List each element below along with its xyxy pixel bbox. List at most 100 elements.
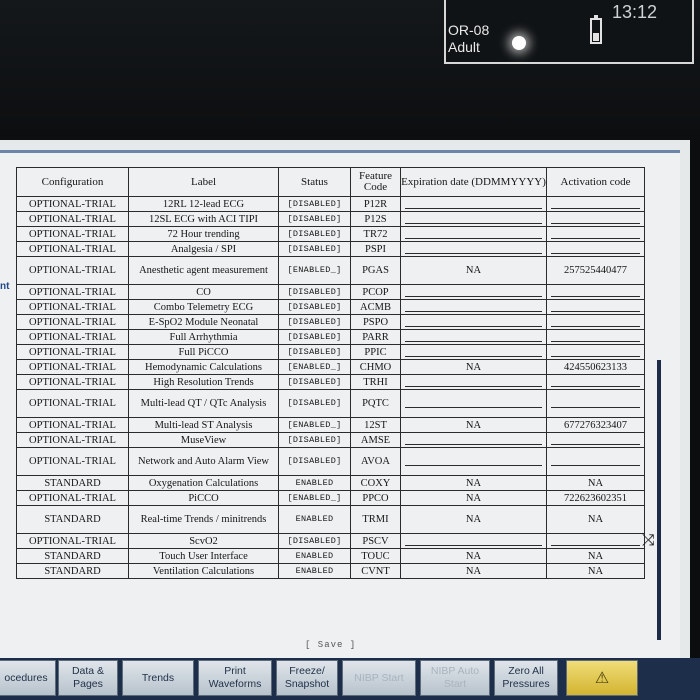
nibp-auto-start-button[interactable]: NIBP Auto Start <box>420 660 490 696</box>
activation-code-input[interactable] <box>551 245 640 254</box>
expiration-date-input[interactable] <box>405 200 542 209</box>
expiration-date-cell[interactable] <box>400 447 547 476</box>
scroll-collapse-icon[interactable]: ⤨ <box>642 532 655 550</box>
table-row[interactable]: OPTIONAL-TRIAL Hemodynamic Calculations [E… <box>16 359 645 375</box>
table-row[interactable]: OPTIONAL-TRIAL Anesthetic agent measureme… <box>16 256 645 285</box>
expiration-date-cell[interactable] <box>400 299 547 315</box>
data-pages-button-label: Data & Pages <box>71 665 105 690</box>
activation-code-input[interactable] <box>551 230 640 239</box>
label-cell: High Resolution Trends <box>128 374 279 390</box>
expiration-date-input[interactable] <box>405 399 542 408</box>
side-menu-label[interactable]: nt <box>0 281 9 292</box>
table-row[interactable]: OPTIONAL-TRIAL Network and Auto Alarm Vie… <box>16 447 645 476</box>
activation-code-input[interactable] <box>551 333 640 342</box>
table-row[interactable]: OPTIONAL-TRIAL 72 Hour trending [DISABLED]… <box>16 226 645 242</box>
expiration-date-input[interactable] <box>405 245 542 254</box>
activation-code-input[interactable] <box>551 303 640 312</box>
feature-code-cell: TRHI <box>350 374 401 390</box>
header-label: Label <box>128 167 279 197</box>
activation-code-cell[interactable] <box>546 389 645 418</box>
expiration-date-cell[interactable] <box>400 344 547 360</box>
nibp-start-button[interactable]: NIBP Start <box>342 660 416 696</box>
activation-code-input[interactable] <box>551 399 640 408</box>
expiration-date-cell[interactable] <box>400 284 547 300</box>
table-row[interactable]: OPTIONAL-TRIAL MuseView [DISABLED] AMSE <box>16 432 645 448</box>
table-row[interactable]: OPTIONAL-TRIAL CO [DISABLED] PCOP <box>16 284 645 300</box>
table-row[interactable]: STANDARD Oxygenation Calculations ENABLED C… <box>16 475 645 491</box>
expiration-date-input[interactable] <box>405 333 542 342</box>
activation-code-cell[interactable] <box>546 241 645 257</box>
label-cell: Touch User Interface <box>128 548 279 564</box>
table-row[interactable]: OPTIONAL-TRIAL 12RL 12-lead ECG [DISABLED]… <box>16 196 645 212</box>
feature-options-body: OPTIONAL-TRIAL 12RL 12-lead ECG [DISABLED]… <box>16 196 645 579</box>
activation-code-cell[interactable] <box>546 226 645 242</box>
expiration-date-cell[interactable] <box>400 329 547 345</box>
table-row[interactable]: STANDARD Ventilation Calculations ENABLED C… <box>16 563 645 579</box>
expiration-date-input[interactable] <box>405 537 542 546</box>
expiration-date-cell[interactable] <box>400 226 547 242</box>
table-row[interactable]: OPTIONAL-TRIAL Full PiCCO [DISABLED] PPIC <box>16 344 645 360</box>
activation-code-input[interactable] <box>551 318 640 327</box>
zero-all-pressures-button[interactable]: Zero All Pressures <box>494 660 558 696</box>
scrollbar[interactable] <box>657 360 661 640</box>
save-button[interactable]: [ Save ] <box>305 640 356 650</box>
table-row[interactable]: OPTIONAL-TRIAL Full Arrhythmia [DISABLED] P… <box>16 329 645 345</box>
label-cell: Analgesia / SPI <box>128 241 279 257</box>
activation-code-input[interactable] <box>551 457 640 466</box>
activation-code-input[interactable] <box>551 436 640 445</box>
expiration-date-cell[interactable] <box>400 196 547 212</box>
freeze-snapshot-button[interactable]: Freeze/ Snapshot <box>276 660 338 696</box>
expiration-date-input[interactable] <box>405 215 542 224</box>
table-row[interactable]: STANDARD Touch User Interface ENABLED TOUC N… <box>16 548 645 564</box>
trends-button[interactable]: Trends <box>122 660 194 696</box>
activation-code-input[interactable] <box>551 200 640 209</box>
procedures-button[interactable]: ocedures <box>0 660 56 696</box>
activation-code-cell[interactable] <box>546 447 645 476</box>
table-row[interactable]: OPTIONAL-TRIAL E-SpO2 Module Neonatal [DIS… <box>16 314 645 330</box>
activation-code-input[interactable] <box>551 215 640 224</box>
print-waveforms-button[interactable]: Print Waveforms <box>198 660 272 696</box>
activation-code-cell[interactable] <box>546 314 645 330</box>
expiration-date-input[interactable] <box>405 288 542 297</box>
expiration-date-cell[interactable] <box>400 432 547 448</box>
expiration-date-input[interactable] <box>405 348 542 357</box>
table-row[interactable]: OPTIONAL-TRIAL Combo Telemetry ECG [DISABL… <box>16 299 645 315</box>
table-row[interactable]: OPTIONAL-TRIAL Multi-lead ST Analysis [ENA… <box>16 417 645 433</box>
expiration-date-cell[interactable] <box>400 241 547 257</box>
alarm-silence-button[interactable]: ⚠ <box>566 660 638 696</box>
expiration-date-cell[interactable] <box>400 389 547 418</box>
expiration-date-input[interactable] <box>405 318 542 327</box>
table-row[interactable]: OPTIONAL-TRIAL Analgesia / SPI [DISABLED] P… <box>16 241 645 257</box>
table-row[interactable]: OPTIONAL-TRIAL High Resolution Trends [DIS… <box>16 374 645 390</box>
expiration-date-input[interactable] <box>405 457 542 466</box>
expiration-date-cell[interactable] <box>400 533 547 549</box>
activation-code-cell[interactable] <box>546 196 645 212</box>
activation-code-cell[interactable] <box>546 432 645 448</box>
data-pages-button[interactable]: Data & Pages <box>58 660 118 696</box>
table-row[interactable]: OPTIONAL-TRIAL PiCCO [ENABLED_] PPCO NA 72262… <box>16 490 645 506</box>
activation-code-input[interactable] <box>551 378 640 387</box>
feature-code-cell: TRMI <box>350 505 401 534</box>
bed-info[interactable]: OR-08 Adult <box>448 22 489 56</box>
expiration-date-input[interactable] <box>405 303 542 312</box>
table-row[interactable]: OPTIONAL-TRIAL Multi-lead QT / QTc Analys… <box>16 389 645 418</box>
activation-code-cell[interactable] <box>546 329 645 345</box>
activation-code-cell[interactable] <box>546 299 645 315</box>
activation-code-cell[interactable] <box>546 211 645 227</box>
table-row[interactable]: OPTIONAL-TRIAL ScvO2 [DISABLED] PSCV <box>16 533 645 549</box>
expiration-date-cell[interactable] <box>400 314 547 330</box>
activation-code-cell[interactable] <box>546 374 645 390</box>
table-row[interactable]: OPTIONAL-TRIAL 12SL ECG with ACI TIPI [DIS… <box>16 211 645 227</box>
activation-code-input[interactable] <box>551 537 640 546</box>
expiration-date-input[interactable] <box>405 230 542 239</box>
table-row[interactable]: STANDARD Real-time Trends / minitrends ENA… <box>16 505 645 534</box>
expiration-date-cell[interactable] <box>400 211 547 227</box>
activation-code-cell[interactable] <box>546 284 645 300</box>
activation-code-cell[interactable] <box>546 344 645 360</box>
expiration-date-input[interactable] <box>405 378 542 387</box>
activation-code-input[interactable] <box>551 348 640 357</box>
expiration-date-input[interactable] <box>405 436 542 445</box>
activation-code-input[interactable] <box>551 288 640 297</box>
expiration-date-cell[interactable] <box>400 374 547 390</box>
activation-code-cell[interactable] <box>546 533 645 549</box>
